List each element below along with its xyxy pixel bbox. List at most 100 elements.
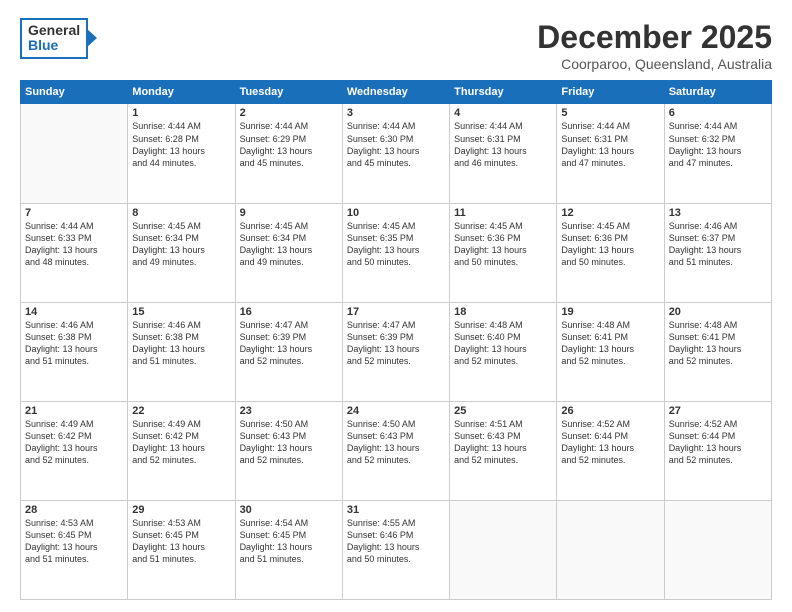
day-number: 18 (454, 306, 552, 318)
day-number: 9 (240, 207, 338, 219)
day-number: 19 (561, 306, 659, 318)
cell-text: Sunrise: 4:48 AM Sunset: 6:41 PM Dayligh… (561, 319, 659, 368)
cell-text: Sunrise: 4:50 AM Sunset: 6:43 PM Dayligh… (240, 418, 338, 467)
day-number: 29 (132, 504, 230, 516)
cell-text: Sunrise: 4:44 AM Sunset: 6:33 PM Dayligh… (25, 220, 123, 269)
day-number: 22 (132, 405, 230, 417)
calendar-cell: 5Sunrise: 4:44 AM Sunset: 6:31 PM Daylig… (557, 104, 664, 203)
logo: General Blue (20, 18, 100, 59)
header: General Blue December 2025 Coorparoo, Qu… (20, 18, 772, 72)
calendar-cell (664, 500, 771, 599)
calendar-cell: 24Sunrise: 4:50 AM Sunset: 6:43 PM Dayli… (342, 401, 449, 500)
calendar-header-monday: Monday (128, 81, 235, 104)
calendar-header-sunday: Sunday (21, 81, 128, 104)
calendar-cell: 31Sunrise: 4:55 AM Sunset: 6:46 PM Dayli… (342, 500, 449, 599)
logo-arrow (86, 28, 97, 48)
calendar-cell: 11Sunrise: 4:45 AM Sunset: 6:36 PM Dayli… (450, 203, 557, 302)
calendar-cell: 28Sunrise: 4:53 AM Sunset: 6:45 PM Dayli… (21, 500, 128, 599)
cell-text: Sunrise: 4:50 AM Sunset: 6:43 PM Dayligh… (347, 418, 445, 467)
calendar-header-tuesday: Tuesday (235, 81, 342, 104)
calendar-cell: 21Sunrise: 4:49 AM Sunset: 6:42 PM Dayli… (21, 401, 128, 500)
calendar-cell: 15Sunrise: 4:46 AM Sunset: 6:38 PM Dayli… (128, 302, 235, 401)
day-number: 20 (669, 306, 767, 318)
day-number: 12 (561, 207, 659, 219)
cell-text: Sunrise: 4:51 AM Sunset: 6:43 PM Dayligh… (454, 418, 552, 467)
cell-text: Sunrise: 4:45 AM Sunset: 6:34 PM Dayligh… (240, 220, 338, 269)
calendar-cell: 14Sunrise: 4:46 AM Sunset: 6:38 PM Dayli… (21, 302, 128, 401)
calendar-cell: 4Sunrise: 4:44 AM Sunset: 6:31 PM Daylig… (450, 104, 557, 203)
calendar-header-thursday: Thursday (450, 81, 557, 104)
subtitle: Coorparoo, Queensland, Australia (537, 56, 772, 72)
calendar-cell: 3Sunrise: 4:44 AM Sunset: 6:30 PM Daylig… (342, 104, 449, 203)
day-number: 27 (669, 405, 767, 417)
day-number: 26 (561, 405, 659, 417)
calendar-cell: 29Sunrise: 4:53 AM Sunset: 6:45 PM Dayli… (128, 500, 235, 599)
day-number: 10 (347, 207, 445, 219)
cell-text: Sunrise: 4:45 AM Sunset: 6:36 PM Dayligh… (561, 220, 659, 269)
day-number: 15 (132, 306, 230, 318)
calendar-header-friday: Friday (557, 81, 664, 104)
calendar-cell (450, 500, 557, 599)
calendar-cell: 26Sunrise: 4:52 AM Sunset: 6:44 PM Dayli… (557, 401, 664, 500)
day-number: 14 (25, 306, 123, 318)
cell-text: Sunrise: 4:44 AM Sunset: 6:28 PM Dayligh… (132, 120, 230, 169)
day-number: 31 (347, 504, 445, 516)
calendar-cell: 10Sunrise: 4:45 AM Sunset: 6:35 PM Dayli… (342, 203, 449, 302)
calendar-cell: 9Sunrise: 4:45 AM Sunset: 6:34 PM Daylig… (235, 203, 342, 302)
calendar-cell: 6Sunrise: 4:44 AM Sunset: 6:32 PM Daylig… (664, 104, 771, 203)
calendar-cell: 25Sunrise: 4:51 AM Sunset: 6:43 PM Dayli… (450, 401, 557, 500)
calendar-cell: 19Sunrise: 4:48 AM Sunset: 6:41 PM Dayli… (557, 302, 664, 401)
day-number: 16 (240, 306, 338, 318)
calendar-cell: 12Sunrise: 4:45 AM Sunset: 6:36 PM Dayli… (557, 203, 664, 302)
cell-text: Sunrise: 4:49 AM Sunset: 6:42 PM Dayligh… (25, 418, 123, 467)
main-title: December 2025 (537, 18, 772, 56)
calendar-cell: 8Sunrise: 4:45 AM Sunset: 6:34 PM Daylig… (128, 203, 235, 302)
cell-text: Sunrise: 4:54 AM Sunset: 6:45 PM Dayligh… (240, 517, 338, 566)
calendar-table: SundayMondayTuesdayWednesdayThursdayFrid… (20, 80, 772, 600)
calendar-cell: 30Sunrise: 4:54 AM Sunset: 6:45 PM Dayli… (235, 500, 342, 599)
cell-text: Sunrise: 4:44 AM Sunset: 6:31 PM Dayligh… (561, 120, 659, 169)
cell-text: Sunrise: 4:52 AM Sunset: 6:44 PM Dayligh… (669, 418, 767, 467)
cell-text: Sunrise: 4:55 AM Sunset: 6:46 PM Dayligh… (347, 517, 445, 566)
calendar-cell: 27Sunrise: 4:52 AM Sunset: 6:44 PM Dayli… (664, 401, 771, 500)
calendar-cell: 2Sunrise: 4:44 AM Sunset: 6:29 PM Daylig… (235, 104, 342, 203)
day-number: 5 (561, 107, 659, 119)
cell-text: Sunrise: 4:44 AM Sunset: 6:29 PM Dayligh… (240, 120, 338, 169)
calendar-cell (557, 500, 664, 599)
cell-text: Sunrise: 4:46 AM Sunset: 6:38 PM Dayligh… (132, 319, 230, 368)
cell-text: Sunrise: 4:45 AM Sunset: 6:36 PM Dayligh… (454, 220, 552, 269)
day-number: 25 (454, 405, 552, 417)
day-number: 3 (347, 107, 445, 119)
day-number: 1 (132, 107, 230, 119)
cell-text: Sunrise: 4:46 AM Sunset: 6:37 PM Dayligh… (669, 220, 767, 269)
day-number: 13 (669, 207, 767, 219)
day-number: 30 (240, 504, 338, 516)
page: General Blue December 2025 Coorparoo, Qu… (0, 0, 792, 612)
cell-text: Sunrise: 4:45 AM Sunset: 6:34 PM Dayligh… (132, 220, 230, 269)
day-number: 8 (132, 207, 230, 219)
calendar-cell: 1Sunrise: 4:44 AM Sunset: 6:28 PM Daylig… (128, 104, 235, 203)
logo-general: General (28, 23, 80, 38)
calendar-cell: 18Sunrise: 4:48 AM Sunset: 6:40 PM Dayli… (450, 302, 557, 401)
day-number: 11 (454, 207, 552, 219)
day-number: 24 (347, 405, 445, 417)
cell-text: Sunrise: 4:49 AM Sunset: 6:42 PM Dayligh… (132, 418, 230, 467)
cell-text: Sunrise: 4:44 AM Sunset: 6:30 PM Dayligh… (347, 120, 445, 169)
calendar-cell: 13Sunrise: 4:46 AM Sunset: 6:37 PM Dayli… (664, 203, 771, 302)
day-number: 4 (454, 107, 552, 119)
cell-text: Sunrise: 4:52 AM Sunset: 6:44 PM Dayligh… (561, 418, 659, 467)
calendar-cell: 7Sunrise: 4:44 AM Sunset: 6:33 PM Daylig… (21, 203, 128, 302)
title-block: December 2025 Coorparoo, Queensland, Aus… (537, 18, 772, 72)
day-number: 28 (25, 504, 123, 516)
cell-text: Sunrise: 4:44 AM Sunset: 6:32 PM Dayligh… (669, 120, 767, 169)
day-number: 23 (240, 405, 338, 417)
day-number: 17 (347, 306, 445, 318)
logo-blue: Blue (28, 38, 80, 53)
calendar-cell: 17Sunrise: 4:47 AM Sunset: 6:39 PM Dayli… (342, 302, 449, 401)
calendar-cell: 16Sunrise: 4:47 AM Sunset: 6:39 PM Dayli… (235, 302, 342, 401)
calendar-header-saturday: Saturday (664, 81, 771, 104)
calendar-cell: 23Sunrise: 4:50 AM Sunset: 6:43 PM Dayli… (235, 401, 342, 500)
cell-text: Sunrise: 4:53 AM Sunset: 6:45 PM Dayligh… (132, 517, 230, 566)
day-number: 2 (240, 107, 338, 119)
cell-text: Sunrise: 4:45 AM Sunset: 6:35 PM Dayligh… (347, 220, 445, 269)
